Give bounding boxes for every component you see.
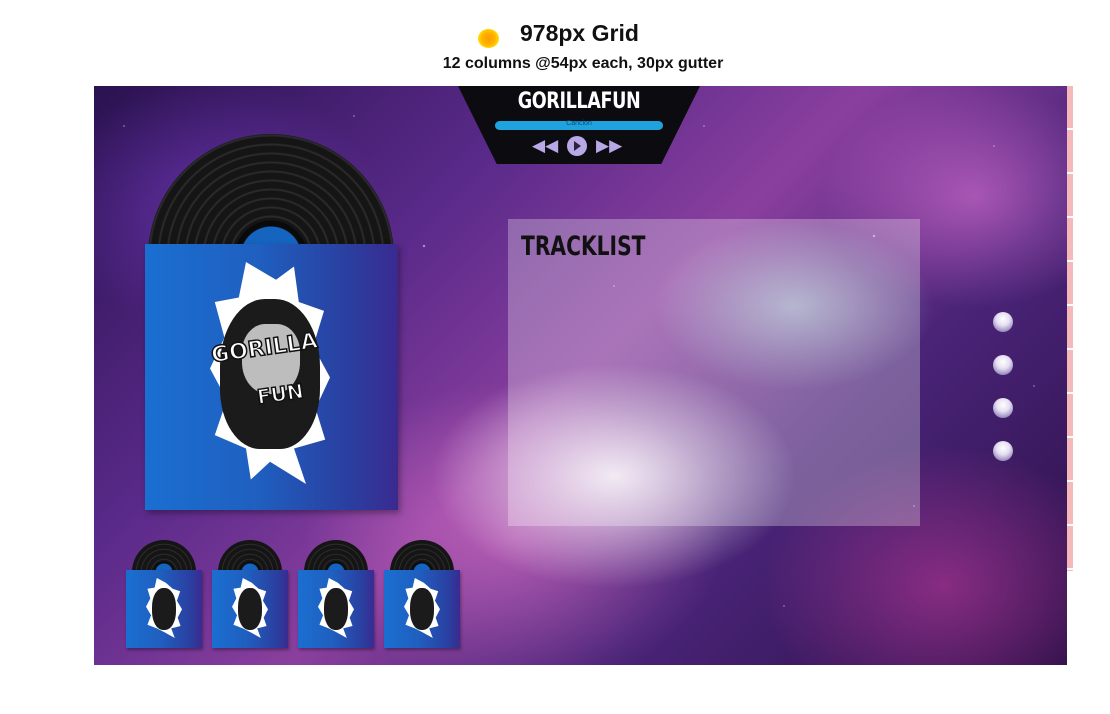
rewind-icon: ◀◀ [532, 136, 559, 156]
play-button[interactable] [566, 136, 588, 156]
track-label: Cancion [566, 120, 592, 127]
mini-gorilla-icon [324, 588, 348, 630]
nav-dot-1[interactable] [993, 312, 1013, 332]
mini-gorilla-icon [152, 588, 176, 630]
rewind-button[interactable]: ◀◀ [532, 136, 558, 156]
space-background: GORILLAFUN Cancion ◀◀ ▶▶ GORILLA FUN TRA… [94, 86, 1067, 665]
grid-header: 978px Grid 12 columns @54px each, 30px g… [0, 0, 1110, 86]
album-thumb-3[interactable] [298, 540, 374, 648]
tracklist-panel: TRACKLIST [508, 219, 920, 526]
nav-dot-4[interactable] [993, 441, 1013, 461]
nav-dot-2[interactable] [993, 355, 1013, 375]
album-thumb-4[interactable] [384, 540, 460, 648]
player-title: GORILLAFUN [517, 89, 641, 114]
grid-title: 978px Grid [520, 20, 639, 46]
album-thumb-2[interactable] [212, 540, 288, 648]
track-progress-bar[interactable]: Cancion [495, 120, 663, 130]
tracklist-title: TRACKLIST [521, 231, 646, 262]
music-player: GORILLAFUN Cancion ◀◀ ▶▶ [458, 86, 700, 164]
grid-dot-icon [478, 29, 499, 48]
nav-dot-3[interactable] [993, 398, 1013, 418]
mini-gorilla-icon [238, 588, 262, 630]
play-triangle [574, 141, 581, 151]
album-cover[interactable]: GORILLA FUN [145, 244, 398, 510]
album-thumb-1[interactable] [126, 540, 202, 648]
fast-forward-button[interactable]: ▶▶ [596, 136, 622, 156]
grid-subtitle: 12 columns @54px each, 30px gutter [442, 55, 724, 72]
fast-forward-icon: ▶▶ [596, 136, 623, 156]
grid-column-ruler [1067, 86, 1073, 571]
mini-gorilla-icon [410, 588, 434, 630]
